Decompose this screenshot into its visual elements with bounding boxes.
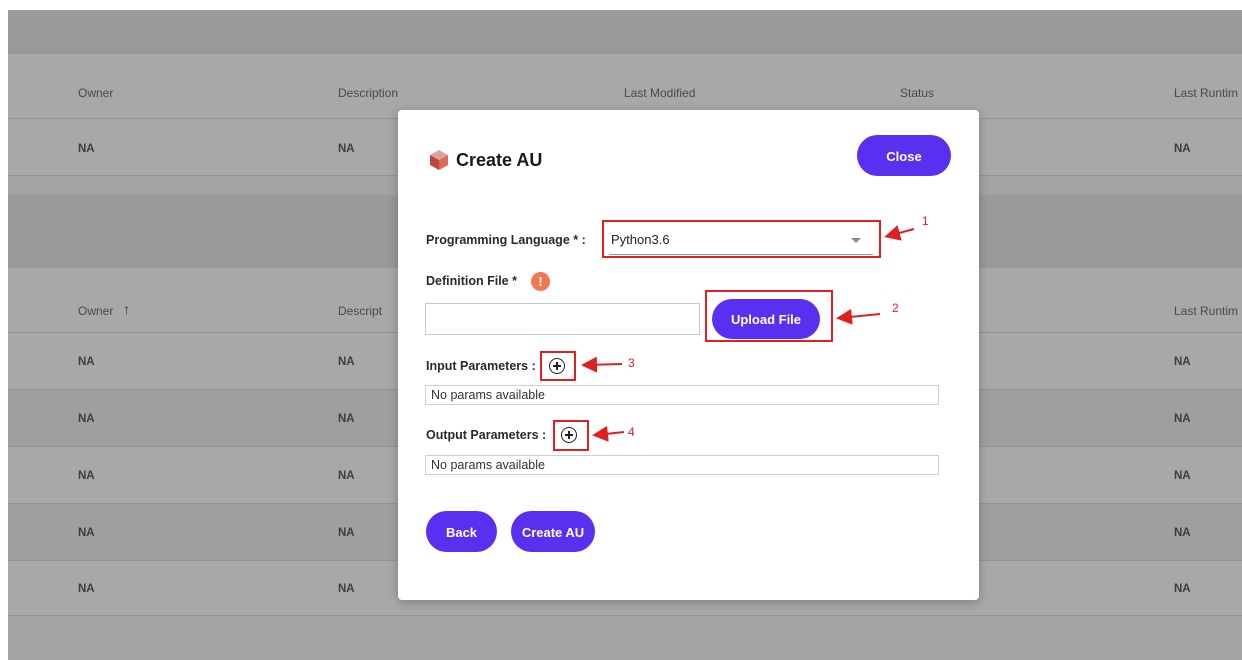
input-parameters-label: Input Parameters : [426,359,536,373]
annotation-number-3: 3 [628,356,635,370]
annotation-box-1 [602,220,881,258]
cell-description: NA [338,356,355,368]
cell-last-runtime: NA [1174,583,1191,595]
dialog-title: Create AU [456,150,543,170]
cell-description: NA [338,413,355,425]
cell-last-runtime: NA [1174,143,1191,155]
annotation-box-3 [540,351,576,381]
annotation-number-4: 4 [628,425,635,439]
info-icon[interactable]: ! [531,272,550,291]
definition-file-label: Definition File * [426,274,517,288]
cell-description: NA [338,527,355,539]
cell-owner: NA [78,413,95,425]
column-header-status[interactable]: Status [900,86,934,100]
column-header-description[interactable]: Description [338,86,398,100]
cell-description: NA [338,470,355,482]
column-header-last-runtime[interactable]: Last Runtim [1174,86,1238,100]
back-button[interactable]: Back [426,511,497,552]
cell-last-runtime: NA [1174,413,1191,425]
column-header-owner[interactable]: Owner [78,86,113,100]
cell-owner: NA [78,470,95,482]
annotation-box-4 [553,420,589,451]
cell-owner: NA [78,583,95,595]
cell-last-runtime: NA [1174,470,1191,482]
arrow-up-icon[interactable]: ↑ [123,301,130,317]
table-toolbar-top [8,10,1242,54]
cell-last-runtime: NA [1174,356,1191,368]
cell-last-runtime: NA [1174,527,1191,539]
column-header-description[interactable]: Descript [338,304,382,318]
cell-description: NA [338,143,355,155]
column-header-last-runtime[interactable]: Last Runtim [1174,304,1238,318]
column-header-last-modified[interactable]: Last Modified [624,86,695,100]
create-au-button[interactable]: Create AU [511,511,595,552]
output-parameters-list: No params available [425,455,939,475]
output-parameters-label: Output Parameters : [426,428,547,442]
programming-language-label: Programming Language * : [426,233,586,247]
close-button[interactable]: Close [857,135,951,176]
definition-file-field[interactable] [425,303,700,335]
input-parameters-list: No params available [425,385,939,405]
create-au-dialog: Create AU Close Programming Language * :… [398,110,979,600]
annotation-number-2: 2 [892,301,899,315]
annotation-box-2 [705,290,833,342]
cube-icon [430,150,448,170]
cell-description: NA [338,583,355,595]
cell-owner: NA [78,527,95,539]
annotation-number-1: 1 [922,214,929,228]
cell-owner: NA [78,356,95,368]
cell-owner: NA [78,143,95,155]
column-header-owner[interactable]: Owner [78,304,113,318]
